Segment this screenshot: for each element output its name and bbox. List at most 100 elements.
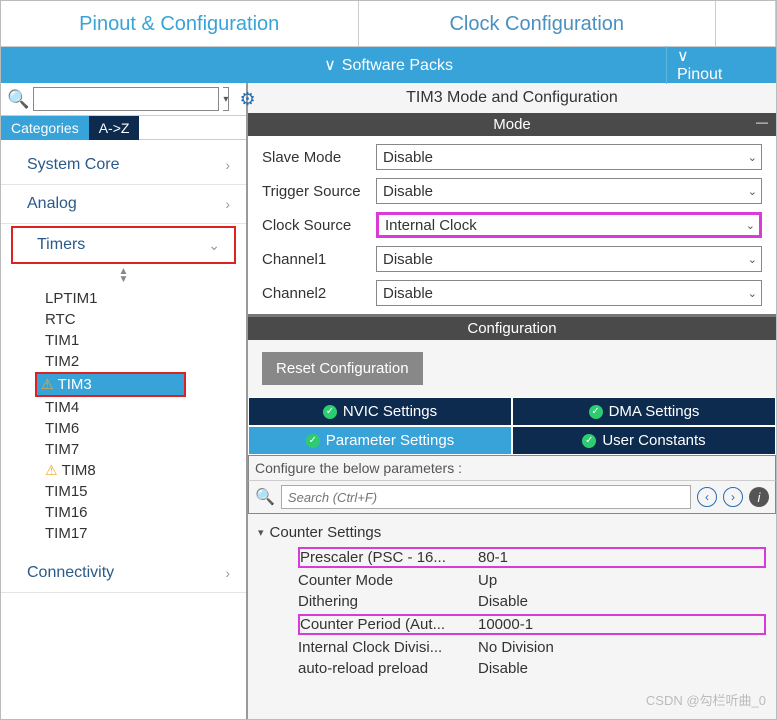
timer-item-tim7[interactable]: TIM7 [41, 439, 246, 460]
info-icon[interactable]: i [749, 487, 769, 507]
sort-arrows-icon[interactable]: ▲▼ [1, 268, 246, 284]
mode-box: Slave Mode Disable⌄ Trigger Source Disab… [248, 136, 776, 314]
config-title: TIM3 Mode and Configuration [248, 83, 776, 113]
param-instruction: Configure the below parameters : [248, 455, 776, 480]
channel1-select[interactable]: Disable ⌄ [376, 246, 762, 272]
tab-pinout-config[interactable]: Pinout & Configuration [1, 1, 359, 46]
timer-item-tim4[interactable]: TIM4 [41, 397, 246, 418]
timer-item-tim15[interactable]: TIM15 [41, 481, 246, 502]
param-name: auto-reload preload [298, 660, 478, 677]
timer-label: TIM16 [45, 504, 88, 521]
config-header: Configuration [248, 317, 776, 340]
param-search-bar: 🔍 ‹ › i [248, 480, 776, 514]
group-label: Counter Settings [270, 524, 382, 541]
nvic-settings-tab[interactable]: ✓NVIC Settings [248, 397, 512, 426]
search-dropdown-button[interactable]: ▾ [223, 87, 229, 111]
param-value: 80-1 [478, 547, 766, 568]
select-value: Disable [383, 149, 433, 166]
category-label: Timers [37, 236, 85, 254]
category-connectivity[interactable]: Connectivity› [1, 554, 246, 593]
trigger-source-row: Trigger Source Disable⌄ [262, 178, 762, 204]
category-timers[interactable]: Timers⌄ [11, 226, 236, 264]
category-label: Connectivity [27, 564, 114, 582]
expand-icon: ▾ [258, 526, 264, 539]
counter-mode-row[interactable]: Counter ModeUp [258, 570, 766, 591]
channel2-label: Channel2 [262, 285, 370, 302]
timer-item-tim1[interactable]: TIM1 [41, 330, 246, 351]
tab-label: Parameter Settings [326, 432, 454, 449]
timer-item-tim3[interactable]: ⚠TIM3 [35, 372, 186, 397]
check-icon: ✓ [589, 405, 603, 419]
tabs-filler [139, 116, 246, 140]
dithering-row[interactable]: DitheringDisable [258, 591, 766, 612]
chevron-down-icon: ∨ [677, 46, 760, 66]
chevron-down-icon: ⌄ [748, 287, 757, 300]
timer-label: TIM2 [45, 353, 79, 370]
mode-header-label: Mode [493, 116, 531, 133]
top-nav: Pinout & Configuration Clock Configurati… [1, 1, 776, 47]
mode-header: Mode — [248, 113, 776, 136]
az-tab[interactable]: A->Z [89, 116, 140, 140]
select-value: Disable [383, 183, 433, 200]
check-icon: ✓ [582, 434, 596, 448]
clock-division-row[interactable]: Internal Clock Divisi...No Division [258, 637, 766, 658]
timer-item-tim17[interactable]: TIM17 [41, 523, 246, 544]
tab-label: NVIC Settings [343, 403, 437, 420]
timer-label: TIM6 [45, 420, 79, 437]
chevron-down-icon: ⌄ [748, 253, 757, 266]
minimize-icon[interactable]: — [756, 115, 768, 129]
chevron-right-icon: › [225, 157, 230, 173]
main-area: 🔍 ▾ ⚙ Categories A->Z System Core› Analo… [1, 83, 776, 719]
trigger-source-select[interactable]: Disable⌄ [376, 178, 762, 204]
param-name: Internal Clock Divisi... [298, 639, 478, 656]
tab-overflow[interactable] [716, 1, 776, 46]
timer-item-tim2[interactable]: TIM2 [41, 351, 246, 372]
timer-item-tim16[interactable]: TIM16 [41, 502, 246, 523]
config-subtabs: ✓NVIC Settings ✓DMA Settings ✓Parameter … [248, 397, 776, 455]
tab-clock-config[interactable]: Clock Configuration [359, 1, 717, 46]
param-name: Counter Period (Aut... [298, 614, 478, 635]
clock-source-select[interactable]: Internal Clock⌄ [376, 212, 762, 238]
select-value: Disable [383, 285, 433, 302]
timer-item-tim6[interactable]: TIM6 [41, 418, 246, 439]
left-panel: 🔍 ▾ ⚙ Categories A->Z System Core› Analo… [1, 83, 248, 719]
timer-label: TIM15 [45, 483, 88, 500]
reset-configuration-button[interactable]: Reset Configuration [262, 352, 423, 385]
timer-label: TIM8 [62, 462, 96, 479]
categories-tab[interactable]: Categories [1, 116, 89, 140]
param-value: 10000-1 [478, 614, 766, 635]
timer-item-rtc[interactable]: RTC [41, 309, 246, 330]
counter-settings-group[interactable]: ▾ Counter Settings [258, 524, 766, 541]
timer-item-tim8[interactable]: ⚠TIM8 [41, 460, 246, 481]
prescaler-row[interactable]: Prescaler (PSC - 16...80-1 [258, 545, 766, 570]
dma-settings-tab[interactable]: ✓DMA Settings [512, 397, 776, 426]
slave-mode-row: Slave Mode Disable⌄ [262, 144, 762, 170]
software-packs-dropdown[interactable]: ∨ Software Packs [111, 55, 666, 75]
counter-period-row[interactable]: Counter Period (Aut...10000-1 [258, 612, 766, 637]
parameter-settings-tab[interactable]: ✓Parameter Settings [248, 426, 512, 455]
timer-label: TIM4 [45, 399, 79, 416]
param-value: Disable [478, 593, 766, 610]
channel2-select[interactable]: Disable ⌄ [376, 280, 762, 306]
prev-match-button[interactable]: ‹ [697, 487, 717, 507]
slave-mode-select[interactable]: Disable⌄ [376, 144, 762, 170]
category-analog[interactable]: Analog› [1, 185, 246, 224]
timer-label: LPTIM1 [45, 290, 98, 307]
param-name: Counter Mode [298, 572, 478, 589]
user-constants-tab[interactable]: ✓ User Constants [512, 426, 776, 455]
param-value: No Division [478, 639, 766, 656]
pinout-dropdown[interactable]: ∨Pinout [666, 46, 766, 84]
tab-label: User Constants [602, 432, 705, 449]
left-tabs: Categories A->Z [1, 116, 246, 140]
category-system-core[interactable]: System Core› [1, 146, 246, 185]
channel1-row: Channel1 Disable⌄ [262, 246, 762, 272]
timers-list: LPTIM1RTCTIM1TIM2⚠TIM3TIM4TIM6TIM7⚠TIM8T… [1, 288, 246, 544]
auto-reload-row[interactable]: auto-reload preloadDisable [258, 658, 766, 679]
timer-item-lptim1[interactable]: LPTIM1 [41, 288, 246, 309]
software-packs-label: Software Packs [342, 57, 453, 74]
select-value: Disable [383, 251, 433, 268]
param-search-input[interactable] [281, 485, 691, 509]
chevron-down-icon: ∨ [324, 55, 336, 75]
component-search-input[interactable] [33, 87, 219, 111]
next-match-button[interactable]: › [723, 487, 743, 507]
